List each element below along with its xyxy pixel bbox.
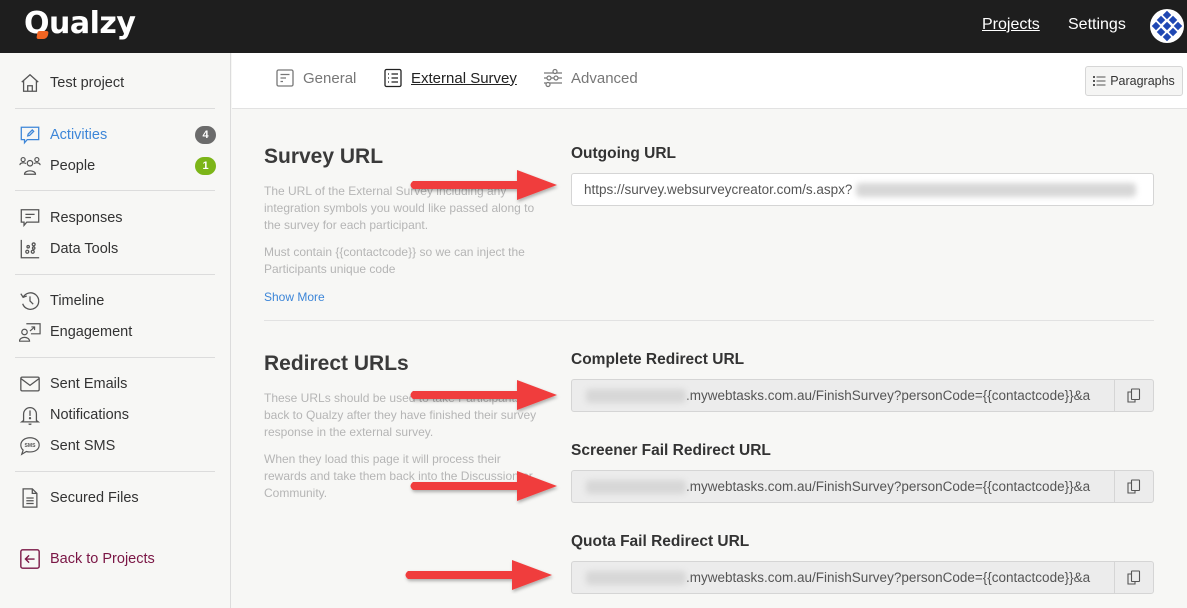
sidebar-item-responses[interactable]: Responses xyxy=(18,206,216,230)
redirect-urls-heading: Redirect URLs xyxy=(264,352,409,375)
qualzy-logo[interactable]: Qualzy xyxy=(24,6,136,41)
screener-fail-redirect-value: .mywebtasks.com.au/FinishSurvey?personCo… xyxy=(686,479,1091,494)
back-arrow-icon xyxy=(18,547,42,571)
activities-count-badge: 4 xyxy=(195,126,216,144)
sidebar-item-test-project[interactable]: Test project xyxy=(18,71,216,95)
screener-fail-redirect-input[interactable]: .mywebtasks.com.au/FinishSurvey?personCo… xyxy=(571,470,1154,503)
responses-icon xyxy=(18,206,42,230)
outgoing-url-value: https://survey.websurveycreator.com/s.as… xyxy=(584,182,853,197)
sidebar-item-notifications[interactable]: Notifications xyxy=(18,403,216,427)
home-icon xyxy=(18,71,42,95)
sliders-icon xyxy=(543,68,563,88)
user-avatar[interactable] xyxy=(1150,9,1184,43)
outgoing-url-label: Outgoing URL xyxy=(571,145,677,162)
sidebar-item-label: Activities xyxy=(50,127,108,143)
sidebar: Test project Activities 4 People 1 Respo… xyxy=(0,53,231,608)
paragraphs-button[interactable]: Paragraphs xyxy=(1085,66,1183,96)
sidebar-item-timeline[interactable]: Timeline xyxy=(18,289,216,313)
complete-redirect-value: .mywebtasks.com.au/FinishSurvey?personCo… xyxy=(686,388,1091,403)
sidebar-item-label: Timeline xyxy=(50,293,105,309)
sidebar-item-activities[interactable]: Activities 4 xyxy=(18,123,216,147)
tab-advanced[interactable]: Advanced xyxy=(543,68,638,88)
data-tools-icon xyxy=(18,237,42,261)
survey-url-requirement: Must contain {{contactcode}} so we can i… xyxy=(264,245,525,276)
list-bullets-icon xyxy=(1093,76,1106,86)
file-icon xyxy=(18,486,42,510)
email-icon xyxy=(18,372,42,396)
copy-icon xyxy=(1127,479,1141,494)
sidebar-item-label: Secured Files xyxy=(50,490,139,506)
sms-icon: SMS xyxy=(18,434,42,458)
sidebar-divider xyxy=(15,274,215,275)
sidebar-divider xyxy=(15,190,215,191)
redacted-text xyxy=(586,479,686,494)
avatar-pattern-icon xyxy=(1151,10,1183,42)
people-count-badge: 1 xyxy=(195,157,216,175)
sidebar-divider xyxy=(15,357,215,358)
nav-settings-link[interactable]: Settings xyxy=(1068,16,1126,34)
sidebar-divider xyxy=(15,471,215,472)
tab-bar: General External Survey Advanced Paragra… xyxy=(232,53,1187,109)
section-divider xyxy=(264,320,1154,321)
sidebar-item-label: Test project xyxy=(50,75,125,91)
complete-redirect-label: Complete Redirect URL xyxy=(571,351,745,368)
engagement-icon xyxy=(18,320,42,344)
redacted-text xyxy=(856,182,1137,197)
outgoing-url-input[interactable]: https://survey.websurveycreator.com/s.as… xyxy=(571,173,1154,206)
tab-label: General xyxy=(303,69,357,87)
sidebar-item-label: Sent SMS xyxy=(50,438,116,454)
quota-fail-redirect-label: Quota Fail Redirect URL xyxy=(571,533,750,550)
back-to-projects-link[interactable]: Back to Projects xyxy=(18,547,216,571)
tab-label: External Survey xyxy=(411,69,517,87)
sidebar-item-label: Responses xyxy=(50,210,123,226)
main-content: General External Survey Advanced Paragra… xyxy=(232,53,1187,608)
quota-fail-redirect-input[interactable]: .mywebtasks.com.au/FinishSurvey?personCo… xyxy=(571,561,1154,594)
people-icon xyxy=(18,154,42,178)
sidebar-item-people[interactable]: People 1 xyxy=(18,154,216,178)
sidebar-item-sent-sms[interactable]: SMS Sent SMS xyxy=(18,434,216,458)
redirect-urls-note: When they load this page it will process… xyxy=(264,452,533,500)
sidebar-item-secured-files[interactable]: Secured Files xyxy=(18,486,216,510)
redacted-text xyxy=(586,388,686,403)
sidebar-item-label: People xyxy=(50,158,96,174)
copy-button[interactable] xyxy=(1114,562,1153,593)
back-to-projects-label: Back to Projects xyxy=(50,551,155,567)
sidebar-item-label: Engagement xyxy=(50,324,133,340)
timeline-icon xyxy=(18,289,42,313)
tab-external-survey[interactable]: External Survey xyxy=(383,68,517,88)
quota-fail-redirect-value: .mywebtasks.com.au/FinishSurvey?personCo… xyxy=(686,570,1091,585)
survey-url-description: The URL of the External Survey including… xyxy=(264,184,535,232)
copy-button[interactable] xyxy=(1114,380,1153,411)
redacted-text xyxy=(586,570,686,585)
copy-button[interactable] xyxy=(1114,471,1153,502)
top-bar: Qualzy Projects Settings xyxy=(0,0,1187,53)
list-icon xyxy=(383,68,403,88)
tab-general[interactable]: General xyxy=(275,68,356,88)
sidebar-item-label: Sent Emails xyxy=(50,376,128,392)
sidebar-item-label: Notifications xyxy=(50,407,129,423)
copy-icon xyxy=(1127,388,1141,403)
copy-icon xyxy=(1127,570,1141,585)
bell-icon xyxy=(18,403,42,427)
nav-projects-link[interactable]: Projects xyxy=(982,16,1040,34)
general-icon xyxy=(275,68,295,88)
sidebar-item-engagement[interactable]: Engagement xyxy=(18,320,216,344)
survey-url-heading: Survey URL xyxy=(264,145,384,168)
svg-text:SMS: SMS xyxy=(25,443,37,449)
sidebar-item-label: Data Tools xyxy=(50,241,119,257)
tab-label: Advanced xyxy=(571,69,638,87)
paragraphs-label: Paragraphs xyxy=(1110,74,1175,88)
complete-redirect-input[interactable]: .mywebtasks.com.au/FinishSurvey?personCo… xyxy=(571,379,1154,412)
activities-icon xyxy=(18,123,42,147)
show-more-link[interactable]: Show More xyxy=(264,290,325,304)
sidebar-divider xyxy=(15,108,215,109)
redirect-urls-description: These URLs should be used to take Partic… xyxy=(264,391,537,439)
sidebar-item-data-tools[interactable]: Data Tools xyxy=(18,237,216,261)
screener-fail-redirect-label: Screener Fail Redirect URL xyxy=(571,442,771,459)
sidebar-item-sent-emails[interactable]: Sent Emails xyxy=(18,372,216,396)
